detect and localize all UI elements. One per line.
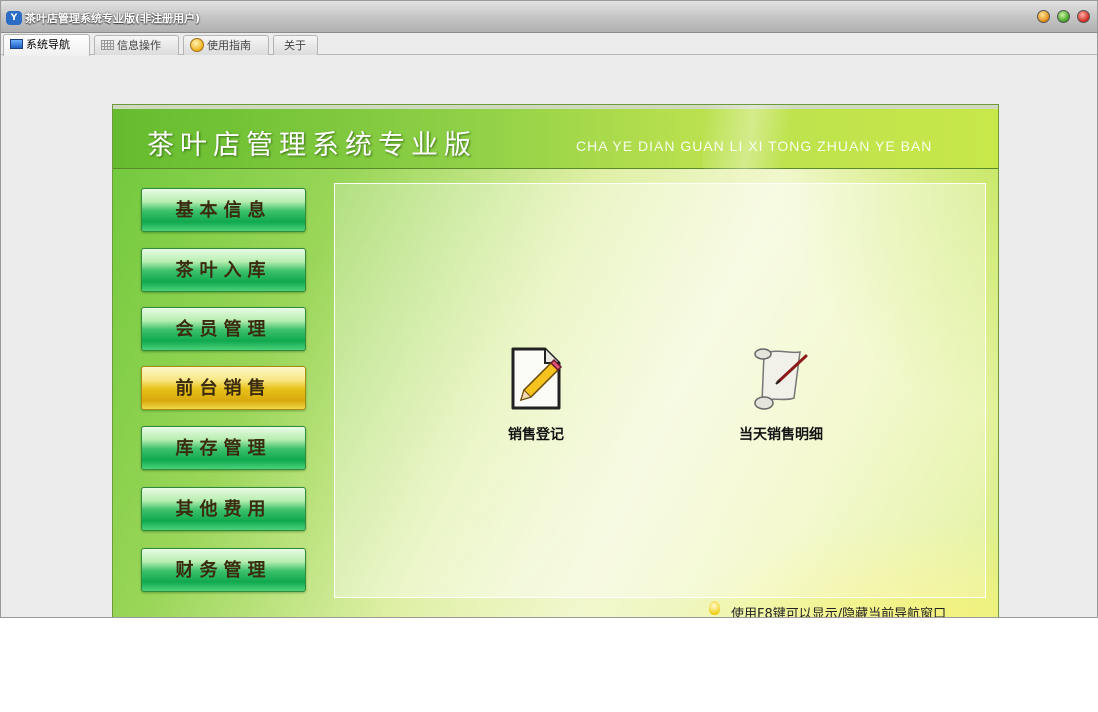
monitor-icon	[10, 39, 23, 49]
menu-inventory-management-button[interactable]: 库存管理	[141, 426, 306, 470]
header-subtitle: CHA YE DIAN GUAN LI XI TONG ZHUAN YE BAN	[576, 138, 933, 154]
guide-icon	[190, 38, 204, 52]
document-pencil-icon	[511, 347, 563, 410]
tab-bar: 系统导航 信息操作 使用指南 关于	[1, 33, 1097, 56]
title-bar: Y 茶叶店管理系统专业版(非注册用户)	[1, 1, 1097, 33]
tab-user-guide[interactable]: 使用指南	[183, 35, 269, 55]
menu-basic-info-button[interactable]: 基本信息	[141, 188, 306, 232]
daily-sales-detail-label: 当天销售明细	[739, 427, 823, 443]
menu-other-expenses-button[interactable]: 其他费用	[141, 487, 306, 531]
tab-label: 关于	[284, 39, 306, 52]
shortcut-tip: 使用F8键可以显示/隐藏当前导航窗口	[731, 607, 947, 618]
header-title: 茶叶店管理系统专业版	[147, 130, 477, 161]
daily-sales-detail-shortcut[interactable]: 当天销售明细	[721, 346, 841, 444]
scroll-icon	[754, 348, 808, 410]
tab-label: 使用指南	[207, 39, 251, 52]
maximize-button[interactable]	[1057, 10, 1070, 23]
sales-registration-shortcut[interactable]: 销售登记	[476, 346, 596, 444]
menu-front-sales-button[interactable]: 前台销售	[141, 366, 306, 410]
window-title: 茶叶店管理系统专业版(非注册用户)	[25, 12, 201, 25]
menu-tea-stock-in-button[interactable]: 茶叶入库	[141, 248, 306, 292]
lightbulb-icon	[709, 601, 720, 615]
navigation-panel: 茶叶店管理系统专业版 CHA YE DIAN GUAN LI XI TONG Z…	[112, 104, 999, 618]
tab-about[interactable]: 关于	[273, 35, 318, 55]
sales-registration-label: 销售登记	[508, 427, 564, 443]
menu-finance-management-button[interactable]: 财务管理	[141, 548, 306, 592]
tab-info-operations[interactable]: 信息操作	[94, 35, 179, 55]
grid-icon	[101, 40, 114, 50]
tab-label: 系统导航	[26, 38, 70, 51]
app-logo-icon: Y	[6, 11, 22, 25]
close-button[interactable]	[1077, 10, 1090, 23]
tab-label: 信息操作	[117, 39, 161, 52]
menu-member-management-button[interactable]: 会员管理	[141, 307, 306, 351]
panel-header: 茶叶店管理系统专业版 CHA YE DIAN GUAN LI XI TONG Z…	[113, 105, 998, 169]
minimize-button[interactable]	[1037, 10, 1050, 23]
function-area: 销售登记 当天销售明细	[334, 183, 986, 598]
app-window: Y 茶叶店管理系统专业版(非注册用户) 系统导航 信息操作 使用指南 关于 茶叶…	[0, 0, 1098, 618]
tab-system-navigation[interactable]: 系统导航	[3, 34, 90, 56]
